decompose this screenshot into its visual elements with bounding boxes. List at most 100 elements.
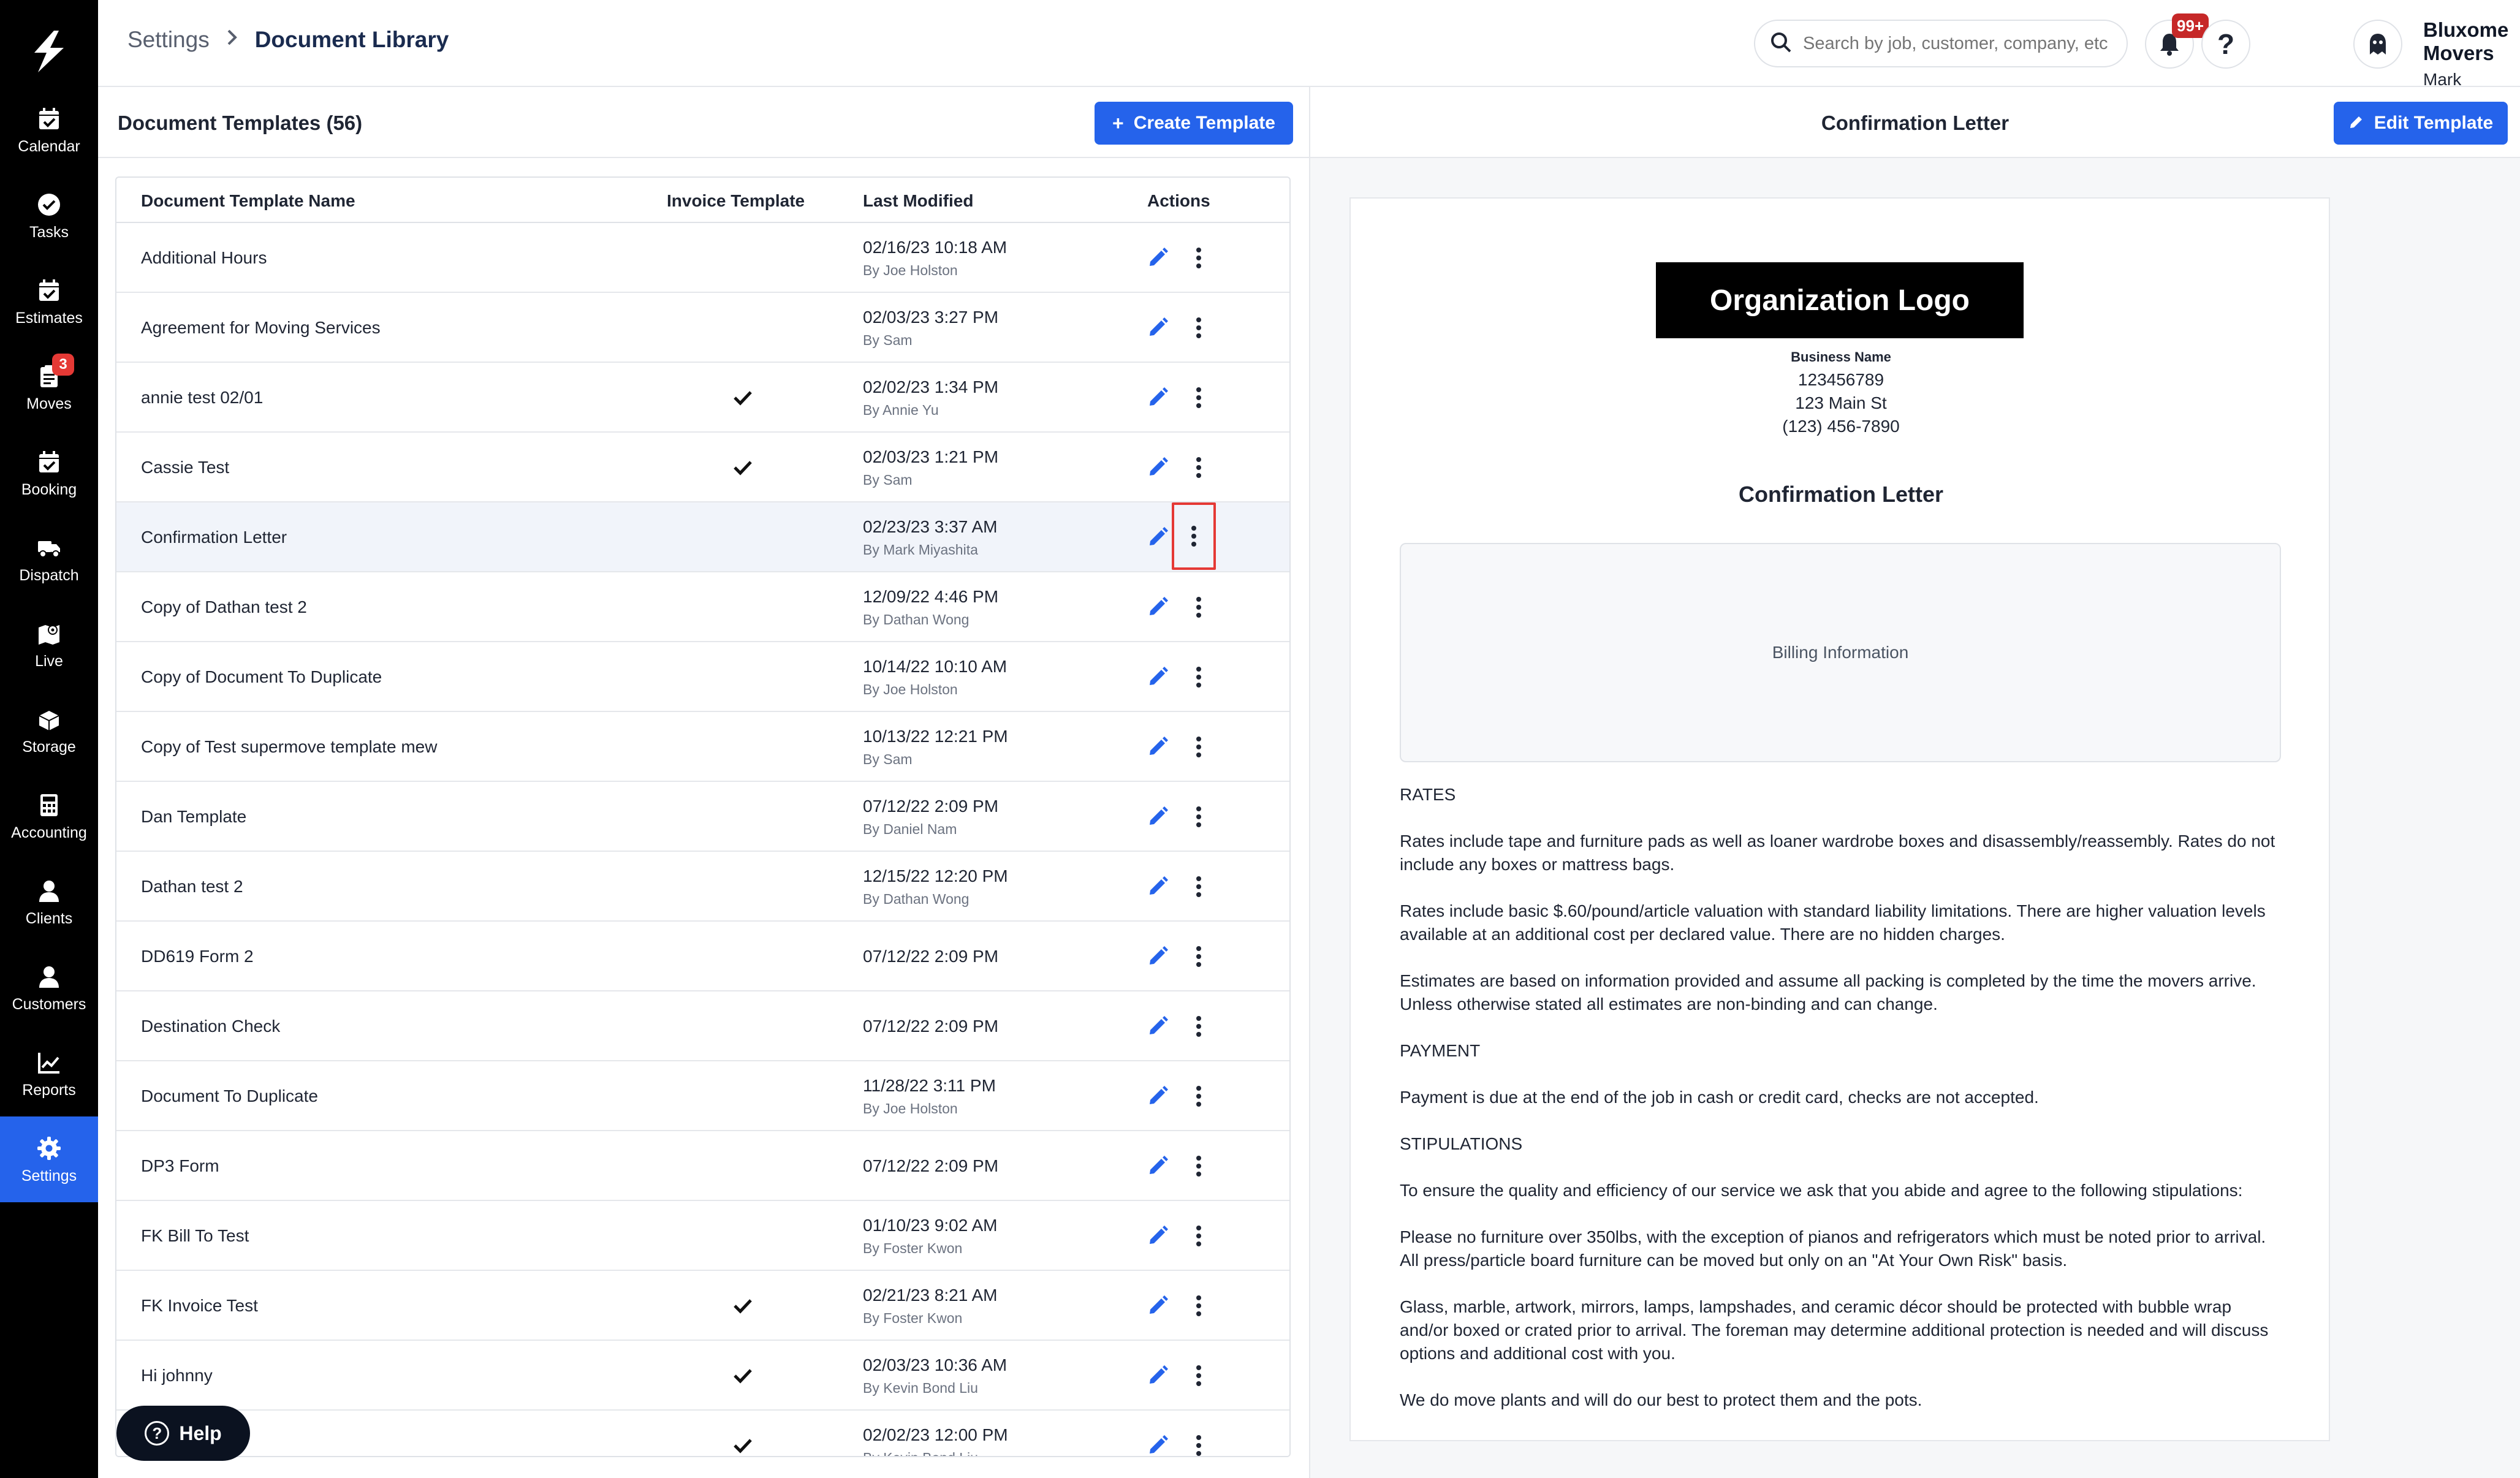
sidebar-item-estimates[interactable]: Estimates bbox=[0, 259, 98, 344]
template-name[interactable]: DD619 Form 2 bbox=[141, 922, 254, 991]
template-name[interactable]: Additional Hours bbox=[141, 223, 267, 293]
pencil-icon[interactable] bbox=[1146, 1153, 1171, 1178]
sidebar-item-moves[interactable]: 3 Moves bbox=[0, 344, 98, 430]
more-actions-button[interactable] bbox=[1175, 852, 1222, 922]
table-body: Additional Hours 02/16/23 10:18 AM By Joe … bbox=[116, 223, 1289, 1456]
template-name[interactable]: Destination Check bbox=[141, 991, 280, 1061]
sidebar-item-reports[interactable]: Reports bbox=[0, 1031, 98, 1116]
table-row[interactable]: Copy of Dathan test 2 12/09/22 4:46 PM By … bbox=[116, 572, 1289, 642]
pencil-icon[interactable] bbox=[1146, 385, 1171, 409]
table-row[interactable]: FK Invoice Test 02/21/23 8:21 AM By Foster… bbox=[116, 1271, 1289, 1341]
sidebar-item-settings[interactable]: Settings bbox=[0, 1116, 98, 1202]
column-header-name[interactable]: Document Template Name bbox=[141, 191, 355, 211]
more-actions-button[interactable] bbox=[1175, 1411, 1222, 1456]
table-row[interactable]: Document To Duplicate 11/28/22 3:11 PM By … bbox=[116, 1061, 1289, 1131]
table-row[interactable]: Confirmation Letter 02/23/23 3:37 AM By Ma… bbox=[116, 502, 1289, 572]
sidebar-item-tasks[interactable]: Tasks bbox=[0, 173, 98, 259]
pencil-icon[interactable] bbox=[1146, 1223, 1171, 1248]
sidebar-item-dispatch[interactable]: Dispatch bbox=[0, 516, 98, 602]
sidebar-item-storage[interactable]: Storage bbox=[0, 688, 98, 773]
table-row[interactable]: Hi johnny 02/03/23 10:36 AM By Kevin Bond … bbox=[116, 1341, 1289, 1411]
more-actions-button[interactable] bbox=[1175, 1061, 1222, 1131]
template-name[interactable]: DP3 Form bbox=[141, 1131, 219, 1201]
column-header-invoice[interactable]: Invoice Template bbox=[667, 191, 805, 211]
sidebar-item-clients[interactable]: Clients bbox=[0, 859, 98, 945]
pencil-icon[interactable] bbox=[1146, 1363, 1171, 1387]
template-name[interactable]: FK Bill To Test bbox=[141, 1201, 249, 1271]
template-name[interactable]: Hi johnny bbox=[141, 1341, 213, 1411]
template-name[interactable]: Dan Template bbox=[141, 782, 246, 852]
table-row[interactable]: FK Bill To Test 01/10/23 9:02 AM By Foster… bbox=[116, 1201, 1289, 1271]
template-name[interactable]: Confirmation Letter bbox=[141, 502, 287, 572]
more-actions-button[interactable] bbox=[1175, 1131, 1222, 1201]
app-logo[interactable] bbox=[0, 22, 98, 81]
table-row[interactable]: Agreement for Moving Services 02/03/23 3:… bbox=[116, 293, 1289, 363]
notifications-button[interactable]: 99+ bbox=[2145, 13, 2209, 69]
table-row[interactable]: annie test 02/01 02/02/23 1:34 PM By Annie… bbox=[116, 363, 1289, 433]
breadcrumb-settings-link[interactable]: Settings bbox=[127, 27, 210, 53]
more-actions-button[interactable] bbox=[1175, 293, 1222, 363]
pencil-icon[interactable] bbox=[1146, 734, 1171, 759]
pencil-icon[interactable] bbox=[1146, 455, 1171, 479]
help-question-button[interactable]: ? bbox=[2201, 20, 2250, 69]
table-row[interactable]: DD619 Form 2 07/12/22 2:09 PM bbox=[116, 922, 1289, 991]
table-row[interactable]: Copy of Test supermove template mew 10/13… bbox=[116, 712, 1289, 782]
template-name[interactable]: Copy of Test supermove template mew bbox=[141, 712, 437, 782]
more-actions-button[interactable] bbox=[1175, 642, 1222, 712]
global-search[interactable] bbox=[1754, 20, 2128, 67]
more-actions-button[interactable] bbox=[1175, 572, 1222, 642]
more-actions-button[interactable] bbox=[1175, 223, 1222, 293]
pencil-icon[interactable] bbox=[1146, 245, 1171, 270]
template-name[interactable]: Agreement for Moving Services bbox=[141, 293, 381, 363]
more-actions-button[interactable] bbox=[1172, 502, 1216, 570]
table-row[interactable]: Cassie Test 02/03/23 1:21 PM By Sam bbox=[116, 433, 1289, 502]
pencil-icon[interactable] bbox=[1146, 874, 1171, 898]
more-actions-button[interactable] bbox=[1175, 1341, 1222, 1411]
sidebar-item-booking[interactable]: Booking bbox=[0, 430, 98, 516]
more-actions-button[interactable] bbox=[1175, 1201, 1222, 1271]
more-actions-button[interactable] bbox=[1175, 433, 1222, 502]
more-actions-button[interactable] bbox=[1175, 1271, 1222, 1341]
table-row[interactable]: Dathan test 2 12/15/22 12:20 PM By Dathan … bbox=[116, 852, 1289, 922]
more-actions-button[interactable] bbox=[1175, 991, 1222, 1061]
pencil-icon[interactable] bbox=[1146, 525, 1171, 549]
table-row[interactable]: Dan Template 07/12/22 2:09 PM By Daniel Na… bbox=[116, 782, 1289, 852]
pencil-icon[interactable] bbox=[1146, 804, 1171, 828]
table-row[interactable]: 02/02/23 12:00 PM By Kevin Bond Liu bbox=[116, 1411, 1289, 1456]
column-header-modified[interactable]: Last Modified bbox=[863, 191, 973, 211]
template-name[interactable]: Copy of Document To Duplicate bbox=[141, 642, 382, 712]
table-row[interactable]: Copy of Document To Duplicate 10/14/22 10… bbox=[116, 642, 1289, 712]
table-row[interactable]: Additional Hours 02/16/23 10:18 AM By Joe … bbox=[116, 223, 1289, 293]
more-actions-button[interactable] bbox=[1175, 712, 1222, 782]
sidebar-item-customers[interactable]: Customers bbox=[0, 945, 98, 1031]
pencil-icon[interactable] bbox=[1146, 664, 1171, 689]
help-button[interactable]: ? Help bbox=[116, 1406, 250, 1461]
search-input[interactable] bbox=[1803, 33, 2109, 54]
template-name[interactable]: annie test 02/01 bbox=[141, 363, 263, 433]
more-actions-button[interactable] bbox=[1175, 922, 1222, 991]
sidebar-item-accounting[interactable]: Accounting bbox=[0, 773, 98, 859]
ghost-mode-button[interactable] bbox=[2353, 20, 2402, 69]
table-row[interactable]: DP3 Form 07/12/22 2:09 PM bbox=[116, 1131, 1289, 1201]
sidebar-item-calendar[interactable]: Calendar bbox=[0, 87, 98, 173]
template-name[interactable]: Copy of Dathan test 2 bbox=[141, 572, 307, 642]
pencil-icon[interactable] bbox=[1146, 1083, 1171, 1108]
more-actions-button[interactable] bbox=[1175, 782, 1222, 852]
template-name[interactable]: Document To Duplicate bbox=[141, 1061, 318, 1131]
edit-template-button[interactable]: Edit Template bbox=[2334, 102, 2508, 145]
pencil-icon[interactable] bbox=[1146, 1433, 1171, 1456]
sidebar-item-live[interactable]: Live bbox=[0, 602, 98, 688]
pencil-icon[interactable] bbox=[1146, 594, 1171, 619]
boxes-icon bbox=[35, 705, 63, 733]
pencil-icon[interactable] bbox=[1146, 944, 1171, 968]
pencil-icon[interactable] bbox=[1146, 1014, 1171, 1038]
table-row[interactable]: Destination Check 07/12/22 2:09 PM bbox=[116, 991, 1289, 1061]
sidebar-item-label: Tasks bbox=[29, 223, 69, 241]
template-name[interactable]: FK Invoice Test bbox=[141, 1271, 258, 1341]
pencil-icon[interactable] bbox=[1146, 1293, 1171, 1317]
create-template-button[interactable]: + Create Template bbox=[1095, 102, 1293, 145]
template-name[interactable]: Cassie Test bbox=[141, 433, 229, 502]
template-name[interactable]: Dathan test 2 bbox=[141, 852, 243, 922]
more-actions-button[interactable] bbox=[1175, 363, 1222, 433]
pencil-icon[interactable] bbox=[1146, 315, 1171, 339]
